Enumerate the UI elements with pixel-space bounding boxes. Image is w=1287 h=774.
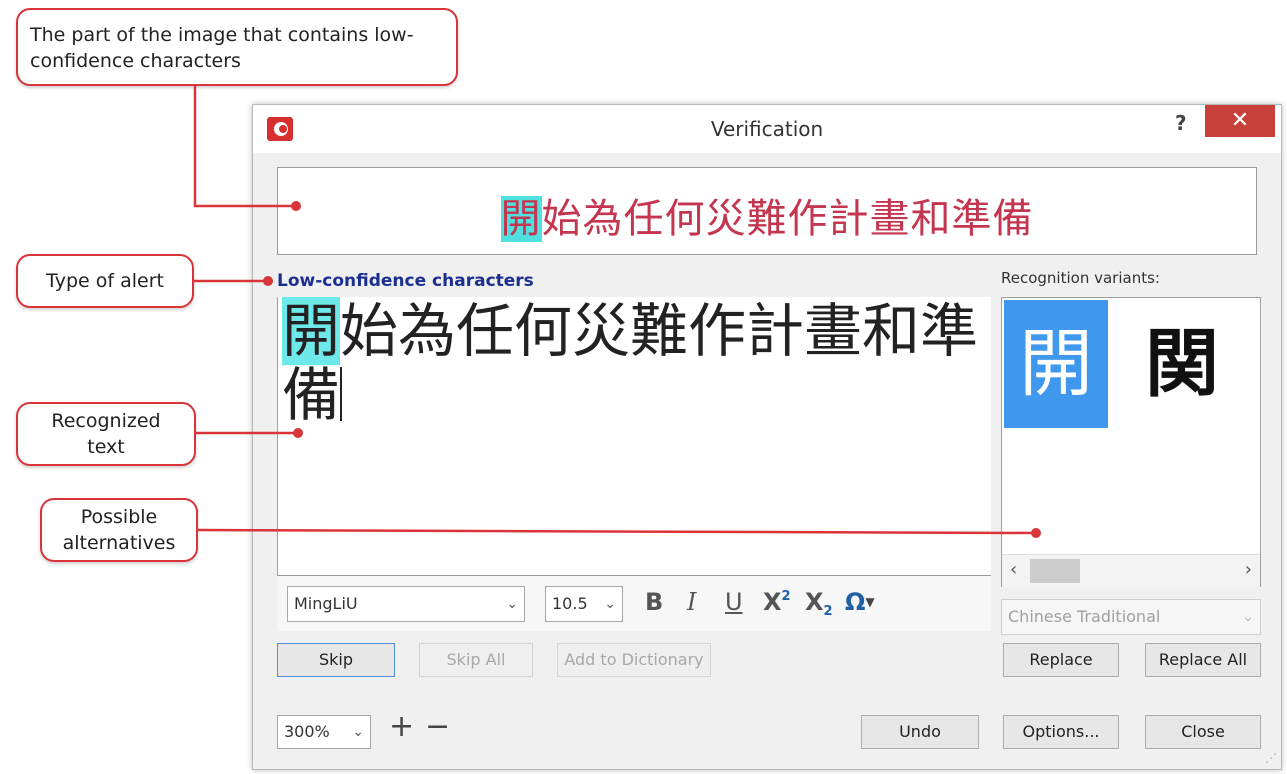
zoom-out-button[interactable]: − [425, 709, 450, 744]
callout-alternatives-text: Possible alternatives [62, 506, 176, 554]
callout-recognized-text-text: Recognized text [51, 410, 161, 458]
replace-button[interactable]: Replace [1003, 643, 1119, 677]
scroll-right-icon[interactable]: › [1245, 559, 1252, 580]
image-text-rest: 始為任何災難作計畫和準備 [541, 196, 1034, 242]
text-caret [340, 367, 343, 421]
subscript-button[interactable]: X2 [805, 588, 833, 619]
font-select[interactable]: MingLiU ⌄ [287, 586, 525, 622]
variant-item[interactable]: 関 [1122, 300, 1242, 428]
callout-recognized-text: Recognized text [16, 402, 196, 466]
close-icon: ✕ [1230, 108, 1250, 133]
variant-item-selected[interactable]: 開 [1004, 300, 1108, 428]
callout-alert-type: Type of alert [16, 254, 194, 308]
underline-button[interactable]: U [725, 588, 743, 616]
help-button[interactable]: ? [1175, 111, 1187, 135]
chevron-down-icon: ⌄ [1242, 609, 1254, 625]
add-to-dictionary-button[interactable]: Add to Dictionary [557, 643, 711, 677]
font-size-value: 10.5 [552, 594, 588, 613]
chevron-down-icon: ⌄ [604, 596, 616, 612]
window-close-button[interactable]: ✕ [1205, 105, 1275, 137]
italic-button[interactable]: I [687, 588, 696, 616]
special-character-button[interactable]: Ω▼ [845, 588, 875, 616]
subscript-icon: 2 [823, 604, 833, 619]
format-toolbar: MingLiU ⌄ 10.5 ⌄ B I U X2 X2 Ω▼ [277, 575, 991, 631]
scroll-left-icon[interactable]: ‹ [1010, 559, 1017, 580]
recognized-text[interactable]: 開始為任何災難作計畫和準備 [282, 297, 982, 429]
dialog-title: Verification [710, 117, 824, 141]
resize-grip-icon[interactable]: ⋰ [1265, 751, 1277, 765]
callout-image-part: The part of the image that contains low-… [16, 8, 458, 86]
callout-alert-type-text: Type of alert [46, 270, 164, 292]
options-button[interactable]: Options... [1003, 715, 1119, 749]
horizontal-scrollbar[interactable]: ‹ › [1002, 554, 1260, 587]
image-fragment-text: 開始為任何災難作計畫和準備 [278, 186, 1256, 244]
recognized-text-editor[interactable]: 開始為任何災難作計畫和準備 [277, 297, 991, 575]
callout-alternatives: Possible alternatives [40, 498, 198, 562]
caret-down-icon: ▼ [865, 595, 875, 609]
alert-type-label: Low-confidence characters [277, 271, 534, 291]
skip-button[interactable]: Skip [277, 643, 395, 677]
zoom-in-button[interactable]: + [389, 709, 414, 744]
skip-all-button[interactable]: Skip All [419, 643, 533, 677]
callout-image-part-text: The part of the image that contains low-… [30, 24, 414, 72]
chevron-down-icon: ⌄ [506, 596, 518, 612]
language-select: Chinese Traditional ⌄ [1001, 599, 1261, 635]
font-size-select[interactable]: 10.5 ⌄ [545, 586, 623, 622]
replace-all-button[interactable]: Replace All [1145, 643, 1261, 677]
close-button[interactable]: Close [1145, 715, 1261, 749]
verification-dialog: Verification ? ✕ 開始為任何災難作計畫和準備 Low-confi… [252, 104, 1282, 770]
undo-button[interactable]: Undo [861, 715, 979, 749]
chevron-down-icon: ⌄ [352, 724, 364, 740]
bold-button[interactable]: B [645, 588, 663, 616]
zoom-select[interactable]: 300% ⌄ [277, 715, 371, 749]
font-select-value: MingLiU [294, 594, 358, 613]
recognized-text-rest: 始為任何災難作計畫和準備 [282, 297, 979, 429]
subscript-letter: X [805, 588, 824, 616]
recognition-variants-list[interactable]: 開 関 ‹ › [1001, 297, 1261, 587]
image-fragment-pane: 開始為任何災難作計畫和準備 [277, 167, 1257, 255]
superscript-letter: X [763, 588, 782, 616]
image-low-confidence-char: 開 [500, 196, 542, 242]
scrollbar-thumb[interactable] [1030, 559, 1080, 583]
superscript-button[interactable]: X2 [763, 588, 791, 616]
superscript-icon: 2 [781, 589, 791, 604]
title-bar: Verification ? ✕ [253, 105, 1281, 153]
zoom-value: 300% [284, 722, 330, 741]
recognition-variants-label: Recognition variants: [1001, 269, 1160, 287]
omega-icon: Ω [845, 588, 866, 616]
language-select-value: Chinese Traditional [1008, 607, 1161, 626]
low-confidence-char: 開 [282, 297, 341, 365]
